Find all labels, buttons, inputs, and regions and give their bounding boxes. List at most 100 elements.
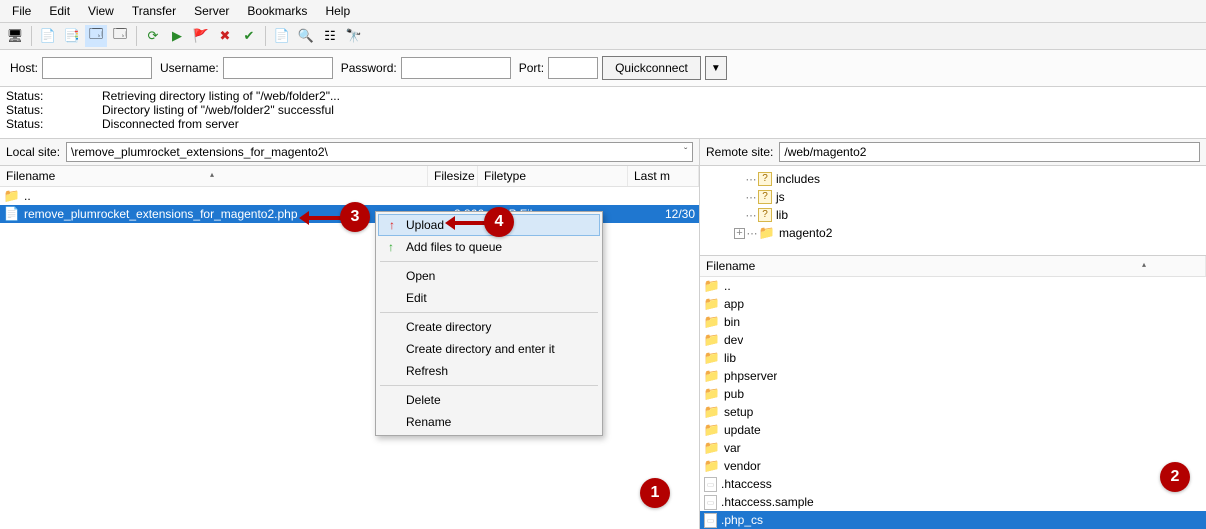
tree-expand-icon[interactable]: +	[734, 228, 745, 239]
list-item[interactable]: ▭.php_cs	[700, 511, 1206, 529]
tree-dots-icon: ⋯	[744, 191, 758, 204]
menu-item-label: Refresh	[406, 364, 448, 378]
list-item[interactable]: 📁setup	[700, 403, 1206, 421]
filename-cell: dev	[724, 333, 743, 347]
sync-icon[interactable]: ☷	[319, 25, 341, 47]
remote-path-input[interactable]	[779, 142, 1200, 162]
list-item[interactable]: 📁var	[700, 439, 1206, 457]
annotation-arrow	[302, 216, 342, 220]
list-item[interactable]: 📁vendor	[700, 457, 1206, 475]
list-item[interactable]: 📁update	[700, 421, 1206, 439]
menu-edit[interactable]: Edit	[41, 2, 78, 20]
list-item[interactable]: 📁..	[700, 277, 1206, 295]
context-menu: ↑Upload↑Add files to queueOpenEditCreate…	[375, 211, 603, 436]
php-file-icon: 📄	[4, 206, 20, 222]
menu-server[interactable]: Server	[186, 2, 237, 20]
reconnect-icon[interactable]: ✔	[238, 25, 260, 47]
col-lastmod[interactable]: Last m	[628, 166, 699, 186]
toggle-queue-icon[interactable]: 🗔	[85, 25, 107, 47]
list-item[interactable]: 📁app	[700, 295, 1206, 313]
filename-cell: .htaccess	[721, 477, 772, 491]
filename-cell: var	[724, 441, 741, 455]
context-menu-item[interactable]: Create directory	[378, 316, 600, 338]
menu-separator	[380, 261, 598, 262]
quickconnect-button[interactable]: Quickconnect	[602, 56, 701, 80]
context-menu-item[interactable]: Refresh	[378, 360, 600, 382]
menu-separator	[380, 312, 598, 313]
context-menu-item[interactable]: Delete	[378, 389, 600, 411]
tree-node-label[interactable]: magento2	[779, 226, 832, 240]
col-filesize[interactable]: Filesize	[428, 166, 478, 186]
list-item[interactable]: 📁lib	[700, 349, 1206, 367]
search-icon[interactable]: 🔍	[295, 25, 317, 47]
filename-cell: .php_cs	[721, 513, 763, 527]
col-filetype[interactable]: Filetype	[478, 166, 628, 186]
toggle-tree-icon[interactable]: 📑	[61, 25, 83, 47]
tree-node-label[interactable]: lib	[776, 208, 788, 222]
filename-cell: .htaccess.sample	[721, 495, 814, 509]
list-item[interactable]: 📁bin	[700, 313, 1206, 331]
file-icon: ▭	[704, 477, 717, 492]
context-menu-item[interactable]: Open	[378, 265, 600, 287]
list-item[interactable]: 📁pub	[700, 385, 1206, 403]
context-menu-item[interactable]: Rename	[378, 411, 600, 433]
annotation-arrow	[448, 221, 486, 225]
remote-filelist[interactable]: 📁..📁app📁bin📁dev📁lib📁phpserver📁pub📁setup📁…	[700, 277, 1206, 529]
host-input[interactable]	[42, 57, 152, 79]
folder-icon: 📁	[704, 458, 720, 474]
folder-icon: 📁	[759, 225, 775, 241]
folder-icon: 📁	[704, 350, 720, 366]
local-path-input[interactable]	[66, 142, 693, 162]
list-item[interactable]: 📁phpserver	[700, 367, 1206, 385]
compare-icon[interactable]: 📄	[271, 25, 293, 47]
menu-file[interactable]: File	[4, 2, 39, 20]
filename-cell: update	[724, 423, 761, 437]
toggle-remote-icon[interactable]: 🗔	[109, 25, 131, 47]
menu-bookmarks[interactable]: Bookmarks	[239, 2, 315, 20]
password-input[interactable]	[401, 57, 511, 79]
log-label: Status:	[6, 103, 102, 117]
remote-tree[interactable]: ⋯?includes ⋯?js ⋯?lib +⋯📁magento2	[700, 166, 1206, 256]
chevron-down-icon[interactable]: ˇ	[684, 147, 687, 158]
filename-cell: phpserver	[724, 369, 777, 383]
local-site-label: Local site:	[6, 145, 60, 159]
context-menu-item[interactable]: Create directory and enter it	[378, 338, 600, 360]
unknown-folder-icon: ?	[758, 208, 772, 222]
port-input[interactable]	[548, 57, 598, 79]
tree-node-label[interactable]: js	[776, 190, 785, 204]
toolbar-separator	[265, 26, 266, 46]
menu-transfer[interactable]: Transfer	[124, 2, 184, 20]
remote-site-label: Remote site:	[706, 145, 773, 159]
annotation-badge-4: 4	[484, 207, 514, 237]
disconnect-icon[interactable]: ✖	[214, 25, 236, 47]
col-filename[interactable]: Filename	[700, 256, 1206, 276]
remote-list-header: Filename ▴	[700, 256, 1206, 277]
cancel-icon[interactable]: 🚩	[190, 25, 212, 47]
log-label: Status:	[6, 89, 102, 103]
toggle-log-icon[interactable]: 📄	[37, 25, 59, 47]
filename-cell: ..	[724, 279, 731, 293]
list-item[interactable]: ▭.htaccess.sample	[700, 493, 1206, 511]
username-label: Username:	[160, 61, 219, 75]
sitemanager-icon[interactable]: 🖥	[4, 25, 26, 47]
context-menu-item[interactable]: ↑Add files to queue	[378, 236, 600, 258]
unknown-folder-icon: ?	[758, 172, 772, 186]
filter-icon[interactable]: 🔭	[343, 25, 365, 47]
process-queue-icon[interactable]: ▶	[166, 25, 188, 47]
list-item[interactable]: ▭ .htaccess	[700, 475, 1206, 493]
menu-bar: File Edit View Transfer Server Bookmarks…	[0, 0, 1206, 22]
context-menu-item[interactable]: Edit	[378, 287, 600, 309]
log-text: Retrieving directory listing of "/web/fo…	[102, 89, 340, 103]
menu-item-icon: ↑	[383, 240, 399, 254]
log-text: Disconnected from server	[102, 117, 239, 131]
list-item[interactable]: 📁dev	[700, 331, 1206, 349]
host-label: Host:	[10, 61, 38, 75]
menu-help[interactable]: Help	[317, 2, 358, 20]
username-input[interactable]	[223, 57, 333, 79]
annotation-badge-2: 2	[1160, 462, 1190, 492]
menu-view[interactable]: View	[80, 2, 122, 20]
refresh-icon[interactable]: ⟳	[142, 25, 164, 47]
tree-node-label[interactable]: includes	[776, 172, 820, 186]
folder-icon: 📁	[704, 278, 720, 294]
quickconnect-dropdown[interactable]: ▼	[705, 56, 727, 80]
